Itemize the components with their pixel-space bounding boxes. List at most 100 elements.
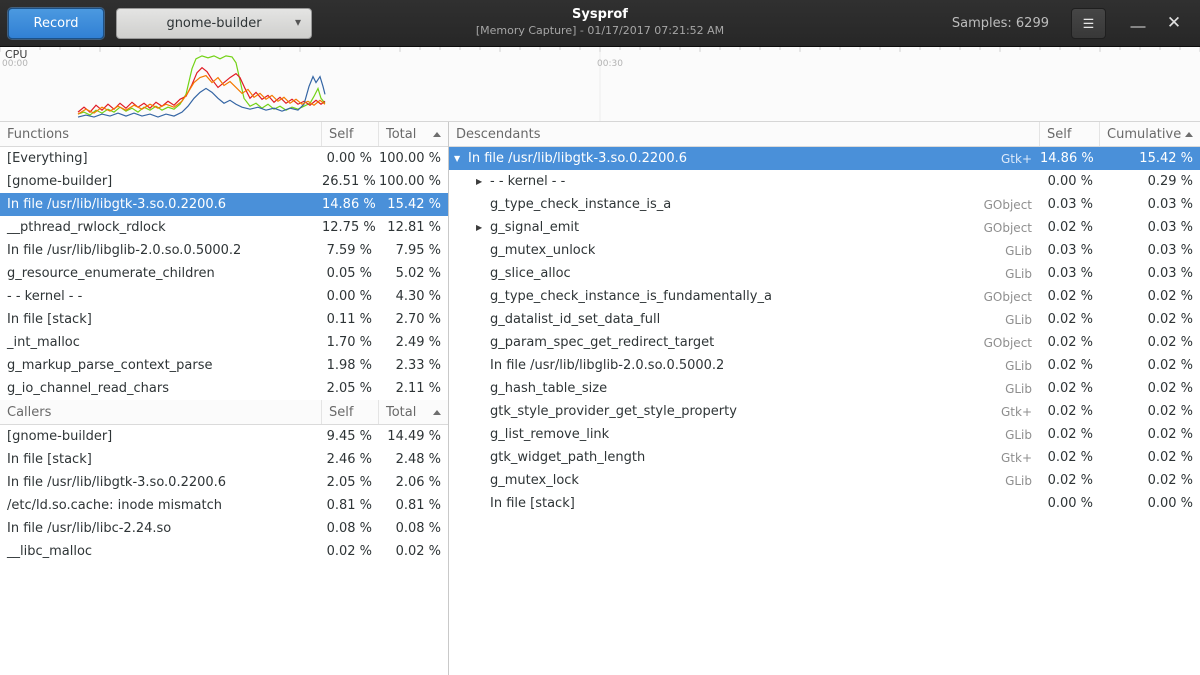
- tree-row[interactable]: g_mutex_lockGLib0.02 %0.02 %: [449, 469, 1200, 492]
- sort-arrow-icon: [433, 410, 441, 415]
- close-button[interactable]: ✕: [1156, 8, 1192, 39]
- tree-row[interactable]: ▶- - kernel - -0.00 %0.29 %: [449, 170, 1200, 193]
- function-name: - - kernel - -: [490, 174, 565, 189]
- tree-row[interactable]: In file /usr/lib/libglib-2.0.so.0.5000.2…: [449, 354, 1200, 377]
- table-row[interactable]: /etc/ld.so.cache: inode mismatch0.81 %0.…: [0, 494, 448, 517]
- library-label: GLib: [997, 382, 1040, 396]
- table-row[interactable]: [gnome-builder]26.51 %100.00 %: [0, 170, 448, 193]
- table-row[interactable]: In file /usr/lib/libglib-2.0.so.0.5000.2…: [0, 239, 448, 262]
- column-header-total[interactable]: Total: [379, 400, 448, 424]
- self-percent: 0.00 %: [322, 151, 379, 166]
- total-percent: 14.49 %: [379, 429, 448, 444]
- titlebar: Record gnome-builder ▾ Sysprof [Memory C…: [0, 0, 1200, 47]
- table-row[interactable]: In file /usr/lib/libc-2.24.so0.08 %0.08 …: [0, 517, 448, 540]
- column-header-functions[interactable]: Functions: [0, 122, 322, 146]
- table-row[interactable]: In file /usr/lib/libgtk-3.so.0.2200.62.0…: [0, 471, 448, 494]
- function-name: [gnome-builder]: [0, 174, 322, 189]
- cpu-graph[interactable]: CPU 00:00 00:30: [0, 47, 1200, 122]
- collapse-icon[interactable]: ▼: [454, 155, 468, 163]
- self-percent: 0.02 %: [1040, 450, 1100, 465]
- cumulative-percent: 0.02 %: [1100, 404, 1200, 419]
- column-header-cumulative[interactable]: Cumulative: [1100, 122, 1200, 146]
- process-selector[interactable]: gnome-builder ▾: [116, 8, 312, 39]
- function-name: g_datalist_id_set_data_full: [490, 312, 660, 327]
- expander-icon[interactable]: ▶: [476, 178, 490, 186]
- tree-row[interactable]: ▶g_signal_emitGObject0.02 %0.03 %: [449, 216, 1200, 239]
- tree-row[interactable]: g_slice_allocGLib0.03 %0.03 %: [449, 262, 1200, 285]
- tree-name-cell: ▶g_signal_emitGObject: [449, 220, 1040, 235]
- table-row[interactable]: In file [stack]2.46 %2.48 %: [0, 448, 448, 471]
- self-percent: 0.02 %: [1040, 289, 1100, 304]
- table-row[interactable]: g_resource_enumerate_children0.05 %5.02 …: [0, 262, 448, 285]
- total-percent: 12.81 %: [379, 220, 448, 235]
- functions-table-header: Functions Self Total: [0, 122, 448, 147]
- tree-row[interactable]: g_type_check_instance_is_fundamentally_a…: [449, 285, 1200, 308]
- self-percent: 0.02 %: [1040, 358, 1100, 373]
- column-header-callers[interactable]: Callers: [0, 400, 322, 424]
- column-header-self[interactable]: Self: [322, 400, 379, 424]
- self-percent: 0.02 %: [1040, 312, 1100, 327]
- tree-row[interactable]: g_mutex_unlockGLib0.03 %0.03 %: [449, 239, 1200, 262]
- minimize-button[interactable]: —: [1120, 8, 1156, 39]
- table-row[interactable]: [gnome-builder]9.45 %14.49 %: [0, 425, 448, 448]
- function-name: g_mutex_lock: [490, 473, 579, 488]
- tree-row[interactable]: g_datalist_id_set_data_fullGLib0.02 %0.0…: [449, 308, 1200, 331]
- tree-row[interactable]: g_param_spec_get_redirect_targetGObject0…: [449, 331, 1200, 354]
- total-percent: 2.11 %: [379, 381, 448, 396]
- table-row[interactable]: _int_malloc1.70 %2.49 %: [0, 331, 448, 354]
- expander-icon[interactable]: ▶: [476, 224, 490, 232]
- tree-row[interactable]: g_list_remove_linkGLib0.02 %0.02 %: [449, 423, 1200, 446]
- column-header-label: Cumulative: [1107, 127, 1181, 142]
- total-percent: 5.02 %: [379, 266, 448, 281]
- self-percent: 7.59 %: [322, 243, 379, 258]
- tree-row[interactable]: ▼In file /usr/lib/libgtk-3.so.0.2200.6Gt…: [449, 147, 1200, 170]
- cumulative-percent: 0.02 %: [1100, 381, 1200, 396]
- right-pane: Descendants Self Cumulative ▼In file /us…: [449, 122, 1200, 675]
- cpu-line-red: [78, 68, 325, 112]
- table-row[interactable]: [Everything]0.00 %100.00 %: [0, 147, 448, 170]
- self-percent: 0.00 %: [1040, 496, 1100, 511]
- table-row[interactable]: - - kernel - -0.00 %4.30 %: [0, 285, 448, 308]
- tree-name-cell: ▼In file /usr/lib/libgtk-3.so.0.2200.6Gt…: [449, 151, 1040, 166]
- library-label: GLib: [997, 359, 1040, 373]
- table-row[interactable]: In file /usr/lib/libgtk-3.so.0.2200.614.…: [0, 193, 448, 216]
- table-row[interactable]: __libc_malloc0.02 %0.02 %: [0, 540, 448, 563]
- column-header-descendants[interactable]: Descendants: [449, 122, 1040, 146]
- table-row[interactable]: In file [stack]0.11 %2.70 %: [0, 308, 448, 331]
- tree-row[interactable]: g_hash_table_sizeGLib0.02 %0.02 %: [449, 377, 1200, 400]
- tree-name-cell: In file [stack]: [449, 496, 1040, 511]
- timeline-mid-label: 00:30: [597, 59, 623, 69]
- timeline-start-label: 00:00: [2, 59, 28, 69]
- tree-row[interactable]: g_type_check_instance_is_aGObject0.03 %0…: [449, 193, 1200, 216]
- callers-table-header: Callers Self Total: [0, 400, 448, 425]
- self-percent: 0.02 %: [1040, 473, 1100, 488]
- menu-button[interactable]: ☰: [1071, 8, 1106, 39]
- self-percent: 12.75 %: [322, 220, 379, 235]
- tree-name-cell: g_type_check_instance_is_fundamentally_a…: [449, 289, 1040, 304]
- cpu-line-green: [78, 56, 325, 115]
- tree-name-cell: g_hash_table_sizeGLib: [449, 381, 1040, 396]
- table-row[interactable]: __pthread_rwlock_rdlock12.75 %12.81 %: [0, 216, 448, 239]
- functions-table: [Everything]0.00 %100.00 %[gnome-builder…: [0, 147, 448, 400]
- self-percent: 0.02 %: [1040, 381, 1100, 396]
- column-header-total[interactable]: Total: [379, 122, 448, 146]
- close-icon: ✕: [1167, 13, 1181, 32]
- library-label: Gtk+: [993, 451, 1040, 465]
- library-label: GLib: [997, 428, 1040, 442]
- function-name: In file /usr/lib/libc-2.24.so: [0, 521, 322, 536]
- table-row[interactable]: g_io_channel_read_chars2.05 %2.11 %: [0, 377, 448, 400]
- column-header-label: Callers: [7, 405, 51, 420]
- function-name: In file [stack]: [490, 496, 575, 511]
- table-row[interactable]: g_markup_parse_context_parse1.98 %2.33 %: [0, 354, 448, 377]
- column-header-self[interactable]: Self: [1040, 122, 1100, 146]
- total-percent: 2.06 %: [379, 475, 448, 490]
- tree-row[interactable]: gtk_widget_path_lengthGtk+0.02 %0.02 %: [449, 446, 1200, 469]
- minimize-icon: —: [1131, 18, 1146, 35]
- tree-name-cell: g_type_check_instance_is_aGObject: [449, 197, 1040, 212]
- function-name: In file /usr/lib/libglib-2.0.so.0.5000.2: [490, 358, 724, 373]
- column-header-self[interactable]: Self: [322, 122, 379, 146]
- function-name: g_type_check_instance_is_fundamentally_a: [490, 289, 772, 304]
- record-button[interactable]: Record: [8, 8, 104, 39]
- tree-row[interactable]: gtk_style_provider_get_style_propertyGtk…: [449, 400, 1200, 423]
- tree-row[interactable]: In file [stack]0.00 %0.00 %: [449, 492, 1200, 515]
